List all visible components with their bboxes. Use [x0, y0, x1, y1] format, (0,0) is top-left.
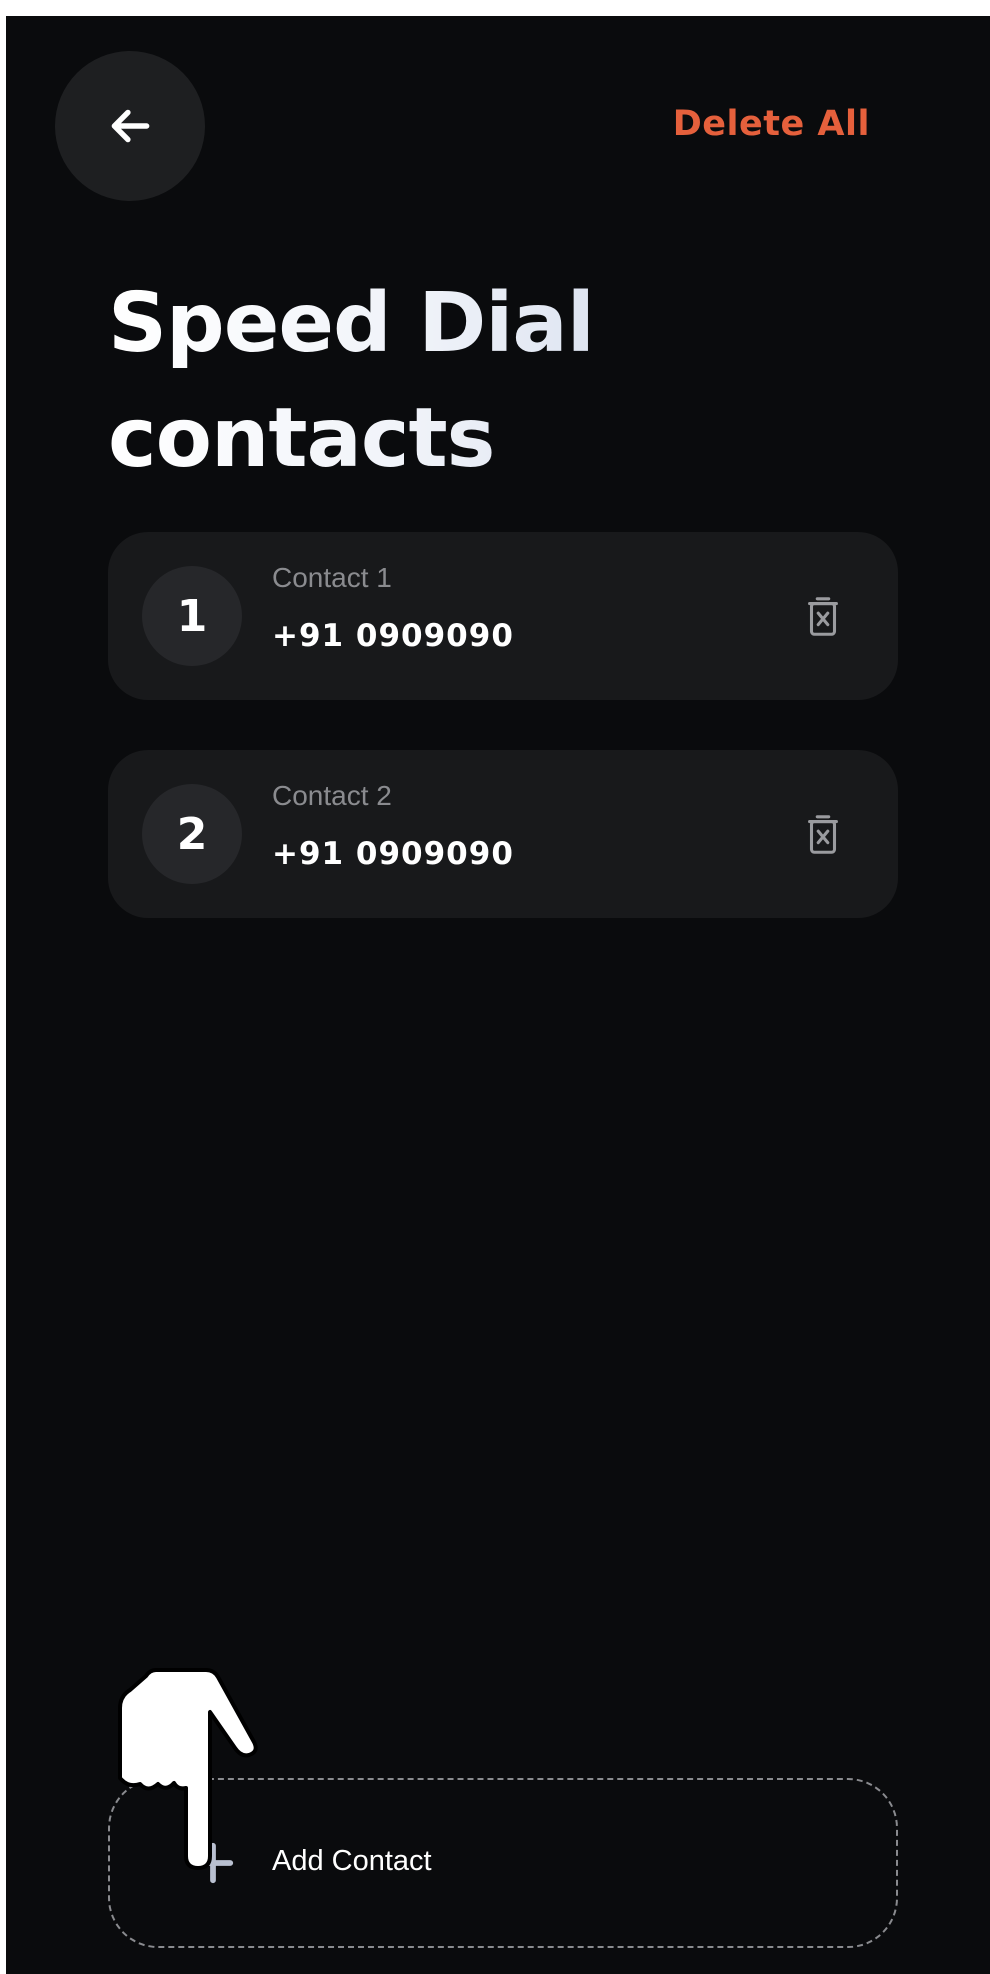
- delete-contact-button[interactable]: [798, 810, 848, 860]
- contact-number: +91 0909090: [272, 618, 514, 654]
- page-title: Speed Dial contacts: [108, 266, 868, 496]
- page-title-line-1: Speed Dial: [108, 276, 594, 371]
- contact-card[interactable]: 2 Contact 2 +91 0909090: [108, 750, 898, 918]
- delete-all-button[interactable]: Delete All: [673, 104, 870, 144]
- delete-contact-button[interactable]: [798, 592, 848, 642]
- contact-name: Contact 2: [272, 780, 392, 811]
- trash-x-icon: [808, 815, 838, 854]
- contact-index-badge: 1: [142, 566, 242, 666]
- back-button[interactable]: [55, 51, 205, 201]
- page-title-line-2: contacts: [108, 391, 495, 486]
- pointing-hand-icon: [118, 1668, 258, 1870]
- speed-dial-screen: Delete All Speed Dial contacts 1 Contact…: [6, 16, 990, 1974]
- contact-number: +91 0909090: [272, 836, 514, 872]
- contact-index-badge: 2: [142, 784, 242, 884]
- add-contact-label: Add Contact: [272, 1845, 432, 1877]
- trash-x-icon: [808, 597, 838, 636]
- contact-name: Contact 1: [272, 562, 392, 593]
- contact-card[interactable]: 1 Contact 1 +91 0909090: [108, 532, 898, 700]
- arrow-left-icon: [111, 109, 150, 143]
